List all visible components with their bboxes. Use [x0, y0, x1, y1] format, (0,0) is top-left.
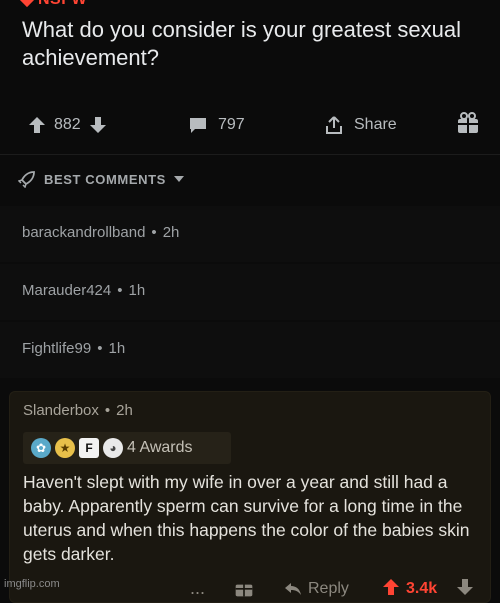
gift-icon[interactable]	[234, 578, 254, 598]
comment-meta: barackandrollband • 2h	[22, 224, 179, 241]
separator-dot: •	[97, 340, 103, 357]
awards-strip[interactable]: ✿ ★ F ◕ 4 Awards	[23, 432, 231, 464]
reply-label: Reply	[308, 580, 349, 597]
comment-meta: Marauder424 • 1h	[22, 282, 145, 299]
comment-vote-count: 3.4k	[406, 580, 438, 597]
comment-author: Fightlife99	[22, 340, 92, 357]
downvote-arrow-icon[interactable]	[456, 578, 474, 596]
share-button[interactable]: Share	[324, 115, 397, 135]
gift-icon	[458, 111, 478, 133]
separator-dot: •	[104, 402, 111, 419]
comment-count: 797	[218, 116, 245, 133]
upvote-arrow-icon[interactable]	[28, 116, 46, 134]
collapsed-comment[interactable]: Fightlife99 • 1h	[0, 322, 500, 378]
comments-button[interactable]: 797	[188, 116, 245, 134]
rocket-icon	[18, 171, 35, 188]
post-action-bar: 882 797 Share	[0, 108, 500, 142]
award-face-icon: ◕	[103, 438, 123, 458]
comment-age: 1h	[108, 340, 126, 357]
sort-label: BEST COMMENTS	[44, 171, 166, 187]
vote-control: 882	[28, 116, 107, 134]
post-title: What do you consider is your greatest se…	[22, 17, 462, 70]
collapsed-comment[interactable]: Marauder424 • 1h	[0, 264, 500, 320]
divider	[0, 154, 500, 155]
share-icon	[326, 116, 342, 134]
comment-author[interactable]: Slanderbox	[23, 402, 99, 419]
comment-author: barackandrollband	[22, 224, 146, 241]
award-f-icon: F	[79, 438, 99, 458]
awards-count: 4 Awards	[127, 439, 193, 456]
comment-author: Marauder424	[22, 282, 112, 299]
nsfw-label: NSFW	[38, 0, 87, 8]
comment-meta: Slanderbox • 2h	[23, 402, 133, 419]
award-gift-button[interactable]	[456, 111, 480, 140]
highlighted-comment: Slanderbox • 2h ✿ ★ F ◕ 4 Awards Haven't s…	[9, 391, 491, 603]
chevron-down-icon	[173, 176, 184, 182]
share-label: Share	[354, 116, 397, 133]
imgflip-watermark: imgflip.com	[4, 578, 60, 590]
comment-action-bar: ... Reply 3.4k	[10, 578, 490, 602]
separator-dot: •	[117, 282, 123, 299]
comment-age: 2h	[116, 402, 133, 419]
nsfw-tag: NSFW	[19, 0, 87, 9]
comment-meta: Fightlife99 • 1h	[22, 340, 125, 357]
more-options-button[interactable]: ...	[190, 578, 205, 599]
award-gold-icon: ★	[55, 438, 75, 458]
reply-arrow-icon	[285, 583, 301, 595]
upvote-arrow-icon[interactable]	[382, 578, 400, 596]
comment-body: Haven't slept with my wife in over a yea…	[23, 472, 470, 564]
comment-bubble-icon	[190, 118, 206, 133]
downvote-arrow-icon[interactable]	[89, 116, 107, 134]
upvote-count: 882	[54, 116, 81, 133]
comment-sort-button[interactable]: BEST COMMENTS	[18, 170, 184, 188]
award-wholesome-icon: ✿	[31, 438, 51, 458]
comment-age: 1h	[128, 282, 146, 299]
separator-dot: •	[151, 224, 157, 241]
nsfw-diamond-icon	[19, 0, 35, 7]
reply-button[interactable]: Reply	[284, 580, 349, 598]
collapsed-comment[interactable]: barackandrollband • 2h	[0, 206, 500, 262]
comment-age: 2h	[162, 224, 180, 241]
